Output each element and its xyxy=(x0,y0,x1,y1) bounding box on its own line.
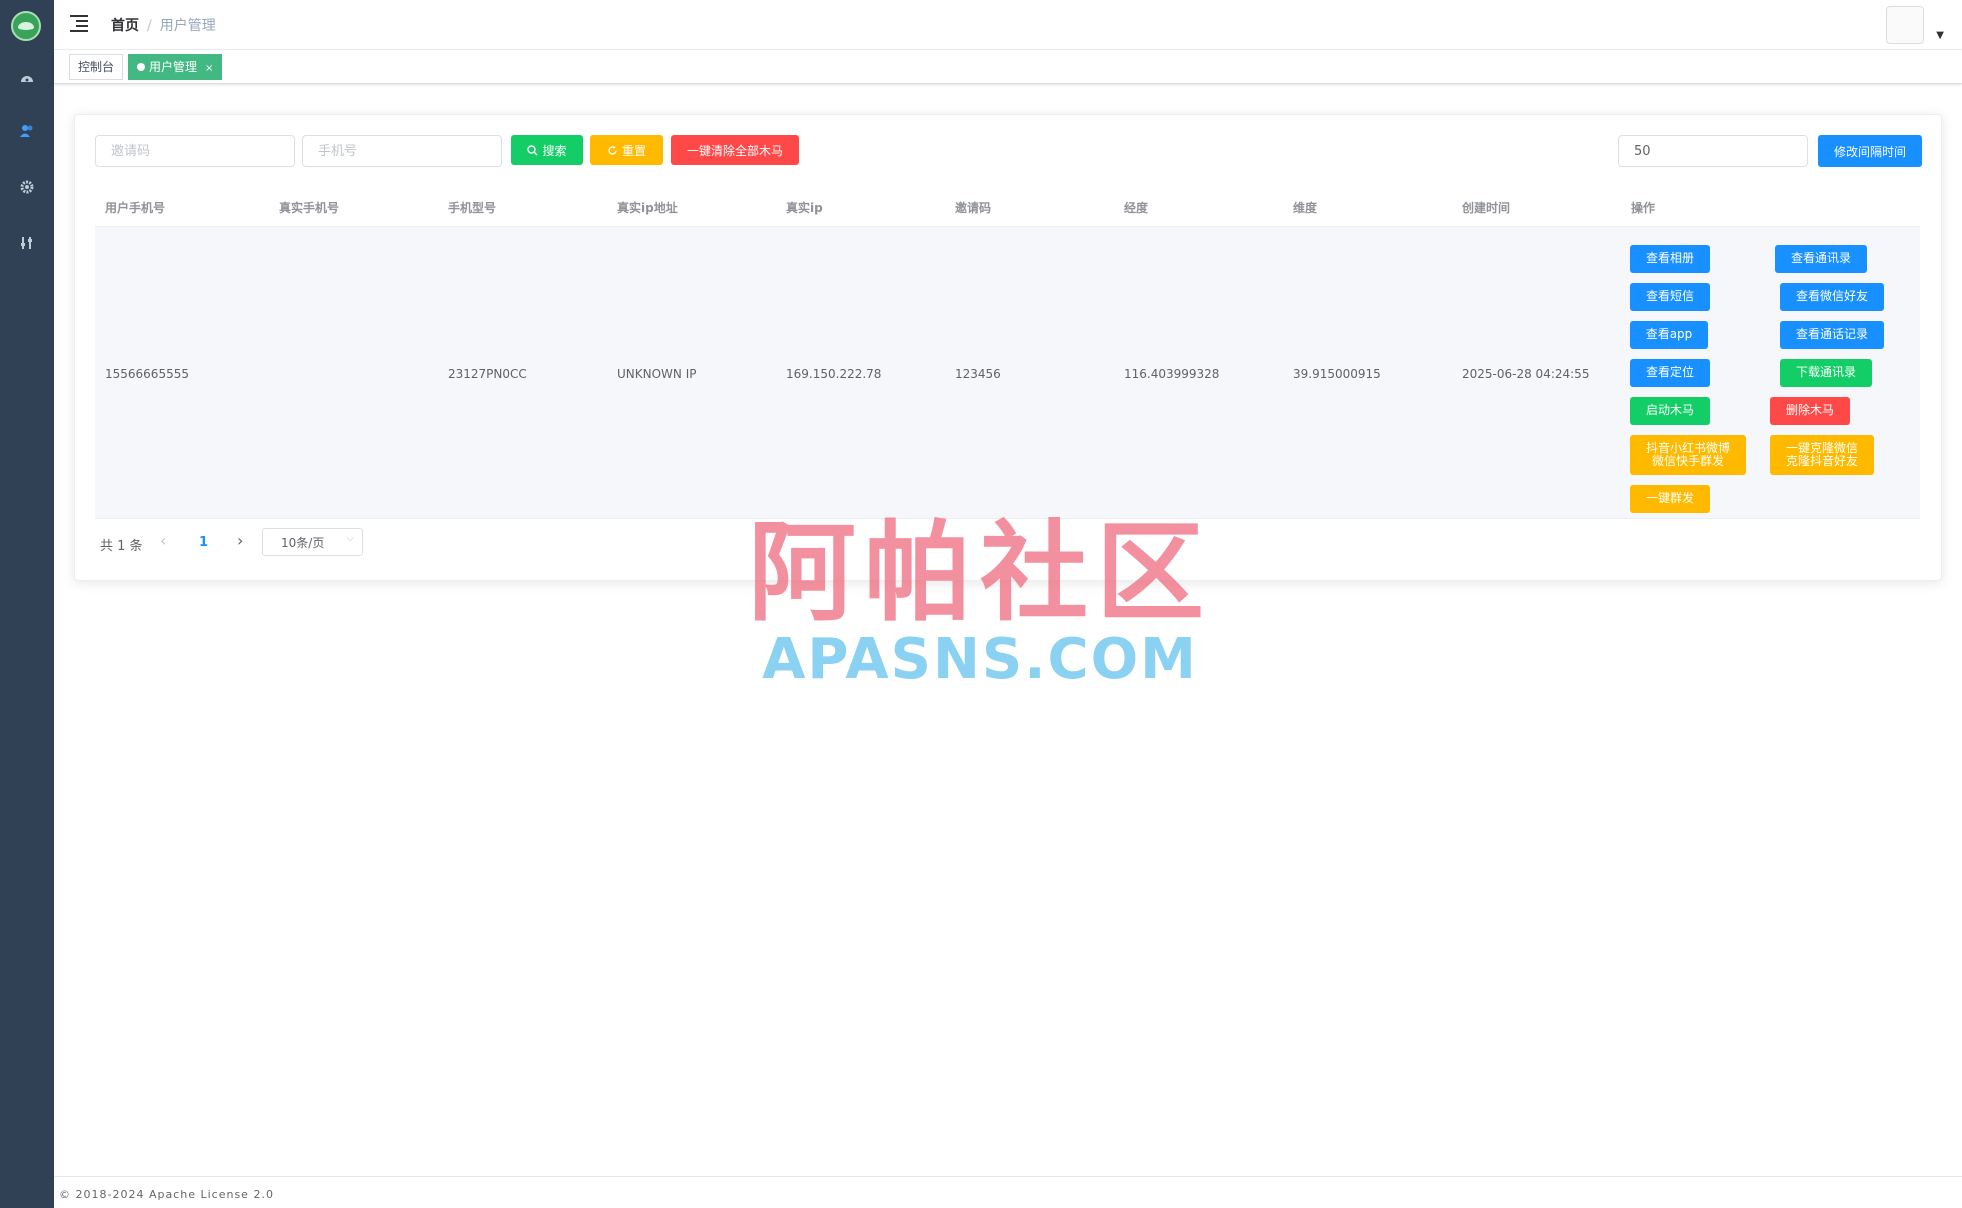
navbar: 首页 / 用户管理 ▼ xyxy=(54,0,1962,50)
one-click-send-button[interactable]: 一键群发 xyxy=(1630,485,1710,513)
clone-line2: 克隆抖音好友 xyxy=(1785,454,1858,468)
cell-user-phone: 15566665555 xyxy=(105,367,189,381)
search-button[interactable]: 搜索 xyxy=(511,135,583,165)
modify-interval-label: 修改间隔时间 xyxy=(1833,144,1906,159)
cell-real-ip: 169.150.222.78 xyxy=(786,367,882,381)
search-label: 搜索 xyxy=(542,143,567,158)
header-actions: 操作 xyxy=(1631,201,1656,215)
reset-label: 重置 xyxy=(621,143,646,158)
clear-all-trojans-button[interactable]: 一键清除全部木马 xyxy=(671,135,799,165)
view-sms-button[interactable]: 查看短信 xyxy=(1630,283,1710,311)
phone-input[interactable] xyxy=(302,135,502,167)
chevron-down-icon: ⌵ xyxy=(346,533,354,544)
header-longitude: 经度 xyxy=(1124,201,1149,215)
refresh-icon xyxy=(608,145,617,155)
mass-send-line2: 微信快手群发 xyxy=(1651,454,1724,468)
users-icon[interactable] xyxy=(15,121,39,145)
sidebar xyxy=(0,0,54,1208)
pagination-total: 共 1 条 xyxy=(100,539,143,554)
footer: © 2018-2024 Apache License 2.0 xyxy=(54,1176,1962,1208)
page-number-1[interactable]: 1 xyxy=(199,535,208,550)
clone-line1: 一键克隆微信 xyxy=(1785,440,1858,455)
tools-icon[interactable] xyxy=(15,233,39,257)
download-contacts-button[interactable]: 下载通讯录 xyxy=(1780,359,1872,387)
header-phone-model: 手机型号 xyxy=(448,201,497,215)
view-album-button[interactable]: 查看相册 xyxy=(1630,245,1710,273)
search-icon xyxy=(527,144,538,155)
breadcrumb-separator: / xyxy=(147,18,152,34)
cell-longitude: 116.403999328 xyxy=(1124,367,1220,381)
breadcrumb-current: 用户管理 xyxy=(159,18,216,34)
logo-icon[interactable] xyxy=(11,11,41,41)
header-user-phone: 用户手机号 xyxy=(105,201,166,215)
view-contacts-button[interactable]: 查看通讯录 xyxy=(1775,245,1867,273)
cell-phone-model: 23127PN0CC xyxy=(448,367,527,381)
start-trojan-button[interactable]: 启动木马 xyxy=(1630,397,1710,425)
prev-page-icon[interactable]: ‹ xyxy=(160,531,166,550)
avatar[interactable] xyxy=(1886,6,1924,44)
invite-code-input[interactable] xyxy=(95,135,295,167)
cell-invite-code: 123456 xyxy=(955,367,1001,381)
close-icon[interactable]: × xyxy=(205,63,213,74)
next-page-icon[interactable]: › xyxy=(237,531,243,550)
header-invite-code: 邀请码 xyxy=(955,201,992,215)
mass-send-line1: 抖音小红书微博 xyxy=(1645,440,1730,455)
cell-real-ip-address: UNKNOWN IP xyxy=(617,367,697,381)
one-click-clone-button[interactable]: 一键克隆微信 克隆抖音好友 xyxy=(1770,435,1874,475)
breadcrumb: 首页 / 用户管理 xyxy=(111,15,216,35)
user-table-card: 搜索 重置 一键清除全部木马 修改间隔时间 用户手机号 真实手机号 手机型号 真… xyxy=(74,114,1942,581)
header-latitude: 维度 xyxy=(1293,201,1318,215)
caret-down-icon[interactable]: ▼ xyxy=(1936,30,1944,41)
page-size-select[interactable]: 10条/页 ⌵ xyxy=(262,528,363,556)
tag-user-management[interactable]: 用户管理 × xyxy=(128,54,223,80)
interval-input[interactable] xyxy=(1618,135,1808,167)
header-real-ip: 真实ip xyxy=(786,201,823,215)
main-area: 首页 / 用户管理 ▼ 控制台 用户管理 × 搜索 重置 一键清除全部木马 修改间隔时… xyxy=(54,0,1962,1208)
view-app-button[interactable]: 查看app xyxy=(1630,321,1708,349)
tag-console[interactable]: 控制台 xyxy=(69,54,124,80)
view-location-button[interactable]: 查看定位 xyxy=(1630,359,1710,387)
header-real-ip-address: 真实ip地址 xyxy=(617,201,678,215)
gear-icon[interactable] xyxy=(15,177,39,201)
active-dot-icon xyxy=(137,63,145,71)
dashboard-icon[interactable] xyxy=(15,66,39,90)
breadcrumb-home[interactable]: 首页 xyxy=(111,18,139,34)
clear-all-label: 一键清除全部木马 xyxy=(686,143,783,158)
tag-console-label: 控制台 xyxy=(78,60,115,74)
view-call-log-button[interactable]: 查看通话记录 xyxy=(1780,321,1884,349)
view-wechat-friends-button[interactable]: 查看微信好友 xyxy=(1780,283,1884,311)
cell-latitude: 39.915000915 xyxy=(1293,367,1381,381)
delete-trojan-button[interactable]: 删除木马 xyxy=(1770,397,1850,425)
reset-button[interactable]: 重置 xyxy=(590,135,663,165)
hamburger-icon[interactable] xyxy=(70,14,90,32)
modify-interval-button[interactable]: 修改间隔时间 xyxy=(1818,135,1922,167)
page-size-label: 10条/页 xyxy=(281,536,325,550)
tag-user-management-label: 用户管理 xyxy=(149,60,198,74)
tags-view: 控制台 用户管理 × xyxy=(54,50,1962,84)
mass-send-platforms-button[interactable]: 抖音小红书微博 微信快手群发 xyxy=(1630,435,1746,475)
cell-created-time: 2025-06-28 04:24:55 xyxy=(1462,367,1590,381)
header-created-time: 创建时间 xyxy=(1462,201,1511,215)
header-real-phone: 真实手机号 xyxy=(279,201,340,215)
